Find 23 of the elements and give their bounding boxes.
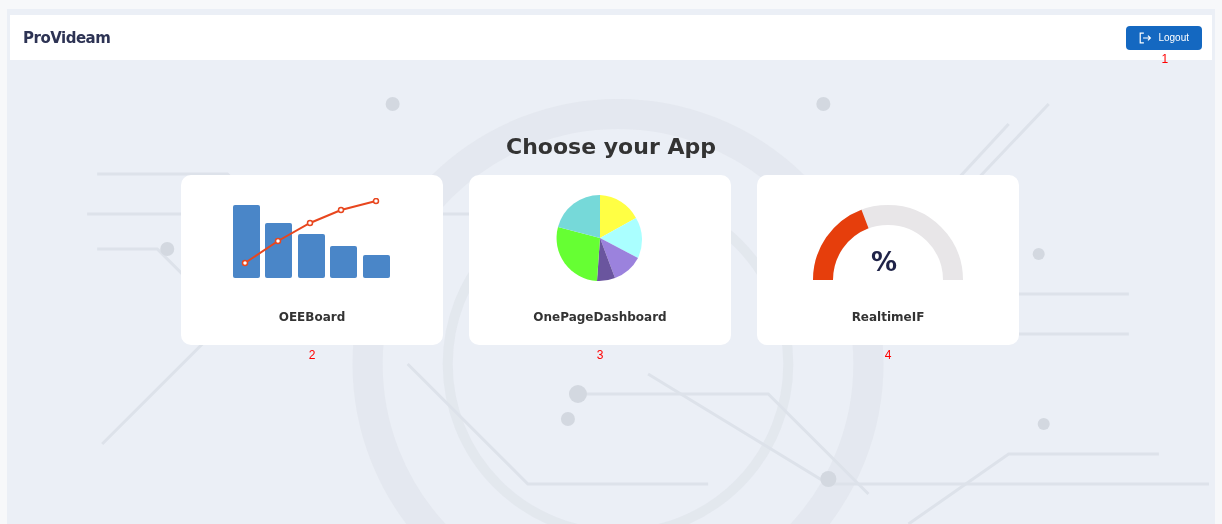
app-card[interactable]: OEEBoard — [181, 175, 443, 345]
gauge-icon — [813, 204, 963, 281]
circuit-node — [820, 471, 837, 487]
circuit-node — [816, 97, 831, 111]
percent-symbol: % — [871, 246, 898, 277]
annotation-number: 1 — [1161, 51, 1169, 66]
logout-button[interactable]: Logout — [1126, 25, 1202, 50]
annotation-number: 3 — [596, 348, 604, 362]
app-card[interactable]: OnePageDashboard — [469, 175, 731, 345]
page-title: Choose your App — [506, 134, 716, 159]
annotation-number: 2 — [308, 348, 316, 362]
app-card[interactable]: % RealtimeIF — [757, 175, 1019, 345]
circuit-node — [160, 242, 175, 256]
pie-chart-icon — [555, 192, 645, 283]
circuit-node — [560, 412, 575, 426]
circuit-node — [1032, 248, 1045, 260]
annotation-number: 4 — [884, 348, 892, 362]
logo: ProVideam — [23, 28, 111, 47]
bar-chart-icon — [233, 197, 391, 278]
circuit-node — [385, 97, 400, 111]
circuit-node — [568, 385, 587, 403]
circuit-node — [1037, 418, 1050, 430]
logout-icon — [1139, 31, 1153, 44]
